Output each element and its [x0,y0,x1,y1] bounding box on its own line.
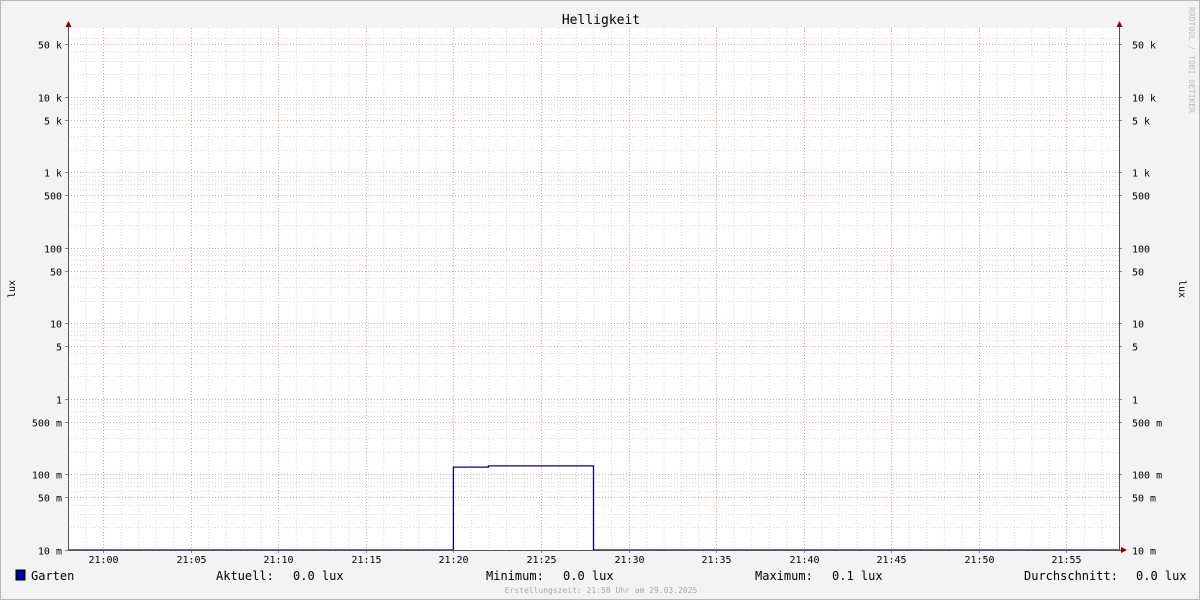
y-tick-label-left: 50 [50,268,62,279]
y-tick-label-right: 500 m [1132,419,1162,430]
y-tick-label-right: 50 m [1132,494,1156,505]
y-tick-label-left: 10 [50,320,62,331]
y-tick-label-left: 5 k [44,117,62,128]
watermark: RRDTOOL / TOBI OETIKER [1187,7,1196,113]
y-tick-label-left: 1 k [44,169,62,180]
y-axis-label-left: lux [7,280,18,298]
x-tick-label: 21:25 [526,555,556,566]
y-tick-label-left: 10 m [38,547,62,558]
legend-swatch-garten [15,569,26,581]
x-tick-label: 21:45 [876,555,906,566]
y-tick-label-left: 50 m [38,494,62,505]
y-tick-label-right: 100 [1132,245,1150,256]
y-tick-label-right: 500 [1132,192,1150,203]
y-tick-label-left: 1 [56,396,62,407]
chart-title: Helligkeit [562,13,640,28]
legend-average-label: Durchschnitt: [1024,569,1118,583]
y-axis-label-right: lux [1176,280,1187,298]
y-tick-label-left: 10 k [38,94,62,105]
y-tick-label-right: 1 k [1132,169,1150,180]
y-tick-label-right: 1 [1132,396,1138,407]
x-tick-label: 21:15 [351,555,381,566]
x-tick-label: 21:10 [263,555,293,566]
x-tick-label: 21:20 [438,555,468,566]
legend-maximum-value: 0.1 lux [832,569,883,583]
y-tick-label-right: 10 m [1132,547,1156,558]
y-tick-label-left: 100 [44,245,62,256]
x-tick-label: 21:05 [176,555,206,566]
legend-maximum-label: Maximum: [755,569,813,583]
chart-frame: 21:00 21:05 21:10 21:15 21:20 21:25 21:30 21:35… [0,0,1200,600]
y-tick-label-left: 500 m [32,419,62,430]
x-axis-arrow [1121,547,1127,553]
y-axis-arrow-left [65,21,72,27]
creation-time-footer: Erstellungszeit: 21:58 Uhr am 29.03.2025 [505,586,698,595]
legend-average-value: 0.0 lux [1136,569,1187,583]
y-tick-label-left: 500 [44,192,62,203]
y-tick-label-right: 10 k [1132,94,1156,105]
brightness-chart: 21:00 21:05 21:10 21:15 21:20 21:25 21:30 21:35… [7,7,1196,595]
y-tick-label-left: 5 [56,343,62,354]
x-tick-label: 21:30 [614,555,644,566]
y-tick-label-left: 100 m [32,471,62,482]
y-tick-label-right: 100 m [1132,471,1162,482]
x-tick-label: 21:50 [964,555,994,566]
legend-series-name: Garten [31,569,74,583]
legend-current-value: 0.0 lux [293,569,344,583]
y-tick-label-right: 5 [1132,343,1138,354]
legend-minimum-label: Minimum: [486,569,544,583]
x-tick-label: 21:35 [701,555,731,566]
y-tick-label-right: 5 k [1132,117,1150,128]
y-tick-label-right: 50 k [1132,41,1156,52]
x-tick-label: 21:40 [789,555,819,566]
legend-current-label: Aktuell: [216,569,274,583]
y-axis-arrow-right [1116,21,1123,27]
legend-minimum-value: 0.0 lux [563,569,614,583]
y-tick-label-left: 50 k [38,41,62,52]
y-tick-label-right: 10 [1132,320,1144,331]
x-tick-label: 21:00 [88,555,118,566]
y-tick-label-right: 50 [1132,268,1144,279]
x-tick-label: 21:55 [1051,555,1081,566]
